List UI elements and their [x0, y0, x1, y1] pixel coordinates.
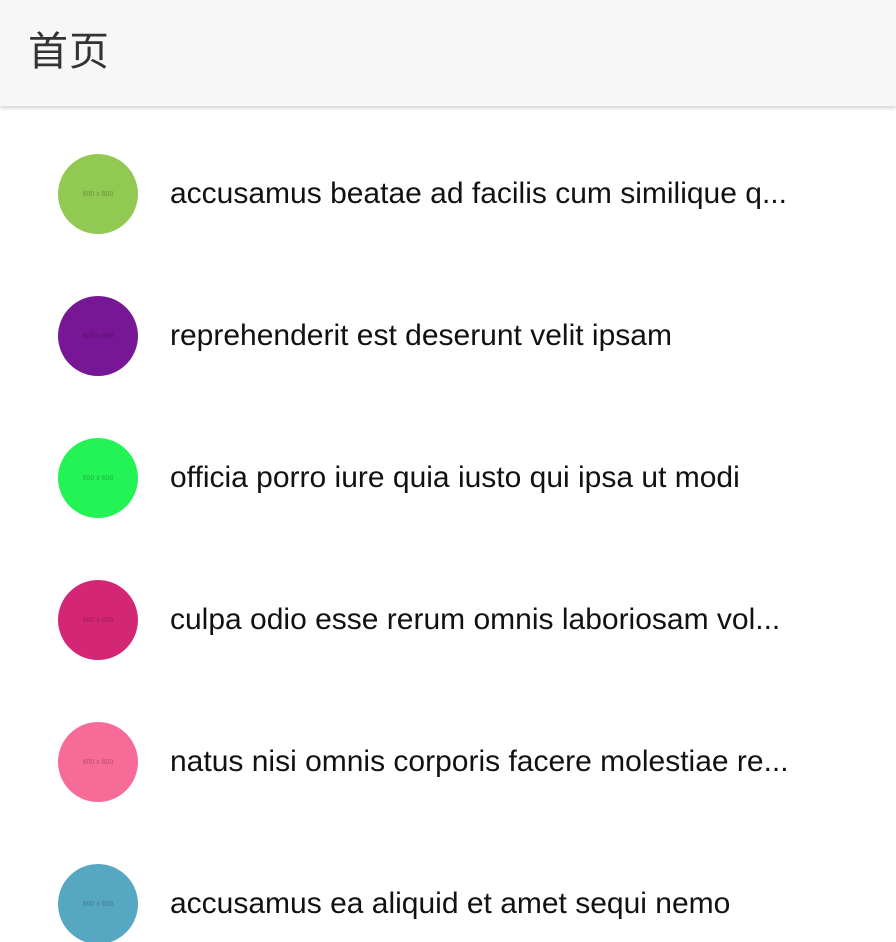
list-item-title: accusamus beatae ad facilis cum similiqu… [170, 177, 787, 210]
list-item-title: accusamus ea aliquid et amet sequi nemo [170, 887, 731, 920]
avatar-placeholder-label: 600 x 600 [82, 758, 114, 766]
avatar: 600 x 600 [58, 722, 138, 802]
app-bar: 首页 [0, 0, 896, 106]
avatar: 600 x 600 [58, 296, 138, 376]
list-item[interactable]: 600 x 600 culpa odio esse rerum omnis la… [0, 562, 896, 704]
list-item[interactable]: 600 x 600 accusamus ea aliquid et amet s… [0, 846, 896, 942]
list-item[interactable]: 600 x 600 officia porro iure quia iusto … [0, 420, 896, 562]
list-item[interactable]: 600 x 600 accusamus beatae ad facilis cu… [0, 110, 896, 278]
list-item-title: officia porro iure quia iusto qui ipsa u… [170, 461, 740, 494]
list-item-title: culpa odio esse rerum omnis laboriosam v… [170, 603, 781, 636]
avatar: 600 x 600 [58, 580, 138, 660]
avatar-placeholder-label: 600 x 600 [82, 190, 114, 198]
avatar: 600 x 600 [58, 438, 138, 518]
app-screen: 首页 600 x 600 accusamus beatae ad facilis… [0, 0, 896, 942]
avatar-placeholder-label: 600 x 600 [82, 474, 114, 482]
list-item[interactable]: 600 x 600 natus nisi omnis corporis face… [0, 704, 896, 846]
avatar-placeholder-label: 600 x 600 [82, 616, 114, 624]
avatar-placeholder-label: 600 x 600 [82, 900, 114, 908]
avatar-placeholder-label: 600 x 600 [82, 332, 114, 340]
list-item-title: natus nisi omnis corporis facere molesti… [170, 745, 789, 778]
photo-list[interactable]: 600 x 600 accusamus beatae ad facilis cu… [0, 110, 896, 942]
avatar: 600 x 600 [58, 154, 138, 234]
list-item[interactable]: 600 x 600 reprehenderit est deserunt vel… [0, 278, 896, 420]
list-item-title: reprehenderit est deserunt velit ipsam [170, 319, 672, 352]
page-title: 首页 [28, 29, 110, 75]
avatar: 600 x 600 [58, 864, 138, 942]
